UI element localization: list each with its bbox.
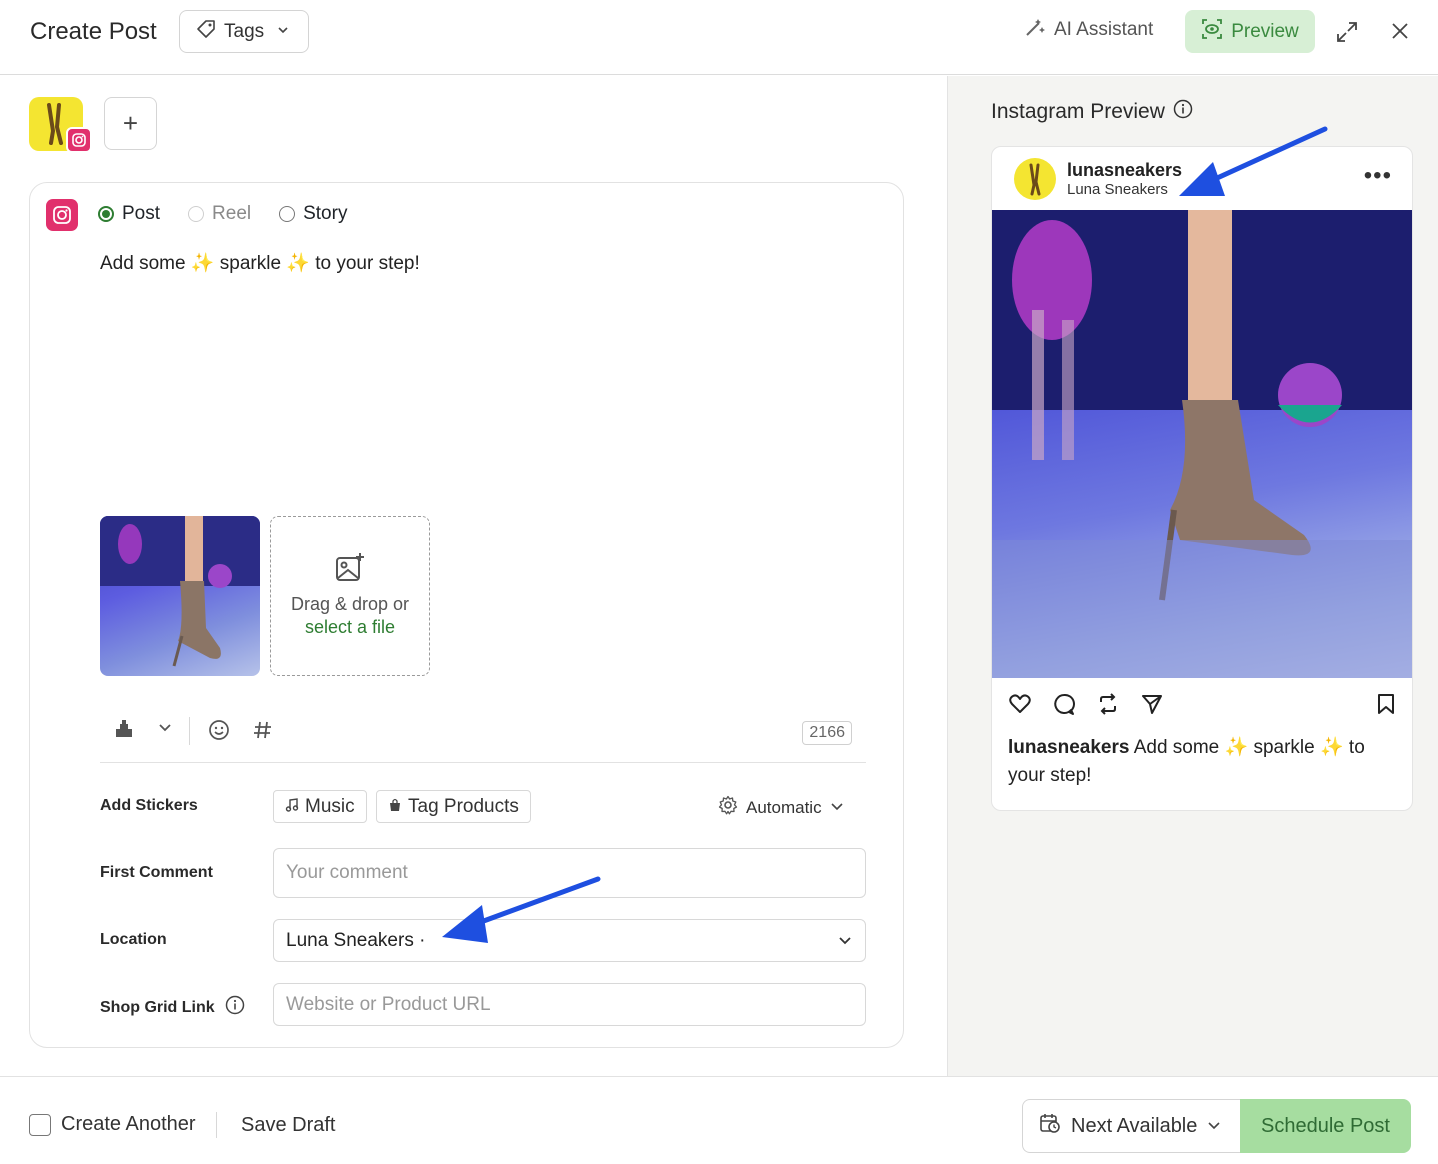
media-dropzone[interactable]: Drag & drop or select a file [270,516,430,676]
header: Create Post Tags AI Assistant Preview [0,0,1438,75]
post-header: lunasneakers Luna Sneakers ••• [992,147,1412,210]
chevron-down-icon [1207,1115,1221,1138]
first-comment-label: First Comment [100,864,213,881]
schedule-post-button[interactable]: Schedule Post [1240,1099,1411,1153]
chevron-down-icon [276,21,290,43]
post-editor-card: Post Reel Story Add some ✨ sparkle ✨ to … [29,182,904,1048]
shop-grid-link-input[interactable]: Website or Product URL [273,983,866,1026]
ai-assistant-label: AI Assistant [1054,19,1154,40]
instagram-post-preview: lunasneakers Luna Sneakers ••• lunasneak… [991,146,1413,811]
radio-icon [279,206,296,222]
instagram-badge-icon [66,127,92,153]
sticker-mode-select[interactable]: Automatic [718,795,844,820]
select-file-link[interactable]: select a file [271,617,429,638]
caption-textarea[interactable]: Add some ✨ sparkle ✨ to your step! [100,251,420,275]
post-type-story[interactable]: Story [279,203,347,225]
radio-selected-icon [98,206,114,222]
share-icon[interactable] [1140,692,1164,721]
location-value: Luna Sneakers · [286,929,426,951]
heart-icon[interactable] [1008,692,1032,721]
magic-wand-icon [1024,16,1046,44]
preview-location: Luna Sneakers [1067,181,1168,198]
post-actions [1008,692,1398,720]
media-library-icon[interactable] [114,719,134,744]
editor-toolbar: 2166 [100,713,866,763]
post-type-label: Post [122,203,161,224]
tag-products-label: Tag Products [408,795,519,817]
preview-username: lunasneakers [1067,160,1183,180]
emoji-icon[interactable] [208,719,230,746]
next-available-label: Next Available [1071,1114,1198,1137]
first-comment-placeholder: Your comment [286,862,408,883]
comment-icon[interactable] [1052,692,1076,721]
boot-photo [100,516,260,667]
preview-button[interactable]: Preview [1185,10,1315,53]
shop-grid-label-row: Shop Grid Link [100,995,245,1020]
post-image [992,210,1412,678]
media-thumbnail[interactable] [100,516,260,676]
account-avatar[interactable] [29,97,92,153]
music-sticker-button[interactable]: Music [273,790,367,823]
gear-icon [718,795,738,820]
preview-title: Instagram Preview [991,100,1165,123]
plus-icon: + [122,108,139,138]
close-icon[interactable] [1389,20,1411,42]
chevron-down-icon [837,932,853,954]
expand-icon[interactable] [1335,20,1359,44]
footer-divider [216,1112,217,1138]
post-type-label: Reel [212,203,252,224]
music-note-icon [285,796,299,818]
post-type-label: Story [303,203,348,224]
bookmark-icon[interactable] [1374,692,1398,721]
info-icon[interactable] [1173,99,1193,125]
hashtag-icon[interactable] [252,719,274,746]
preview-caption: lunasneakers Add some ✨ sparkle ✨ to you… [1008,734,1388,790]
location-select[interactable]: Luna Sneakers · [273,919,866,962]
preview-title-row: Instagram Preview [991,99,1193,125]
preview-panel: Instagram Preview lunasneakers Luna Snea… [947,76,1438,1076]
profile-avatar [1014,158,1056,200]
add-stickers-label: Add Stickers [100,797,198,814]
shopping-bag-icon [388,796,402,818]
add-account-button[interactable]: + [104,97,157,150]
radio-icon [188,206,205,222]
post-type-post[interactable]: Post [98,203,160,225]
more-options-icon[interactable]: ••• [1364,164,1392,188]
calendar-clock-icon [1039,1112,1061,1140]
caption-username: lunasneakers [1008,737,1130,758]
schedule-time-select[interactable]: Next Available [1022,1099,1241,1153]
page-title: Create Post [30,18,157,45]
dropzone-text: Drag & drop or [290,594,410,614]
toolbar-divider [189,717,190,745]
shop-grid-label: Shop Grid Link [100,998,215,1016]
preview-label: Preview [1231,20,1299,42]
location-label: Location [100,931,167,948]
create-another-label[interactable]: Create Another [61,1113,196,1136]
tag-icon [196,19,216,45]
character-counter: 2166 [802,721,852,745]
eye-icon [1201,18,1223,46]
create-another-checkbox[interactable] [29,1114,51,1136]
save-draft-button[interactable]: Save Draft [241,1114,335,1137]
shop-grid-placeholder: Website or Product URL [286,993,491,1015]
composer-panel: + Post Reel Story Add some ✨ sparkle ✨ t… [0,76,947,1076]
info-icon[interactable] [225,995,245,1020]
automatic-label: Automatic [746,797,822,817]
boot-photo [992,210,1412,678]
first-comment-input[interactable]: Your comment [273,848,866,898]
tags-button[interactable]: Tags [179,10,309,53]
add-image-icon [271,551,429,588]
post-type-selector: Post Reel Story [98,203,347,225]
ai-assistant-button[interactable]: AI Assistant [1024,16,1153,44]
tag-products-button[interactable]: Tag Products [376,790,531,823]
post-type-reel[interactable]: Reel [188,203,251,225]
chevron-down-icon [830,798,844,818]
repost-icon[interactable] [1096,692,1120,721]
chevron-down-icon[interactable] [157,719,173,740]
tags-label: Tags [224,20,265,42]
footer: Create Another Save Draft Next Available… [0,1076,1438,1164]
instagram-icon [46,199,78,231]
music-label: Music [305,795,355,817]
